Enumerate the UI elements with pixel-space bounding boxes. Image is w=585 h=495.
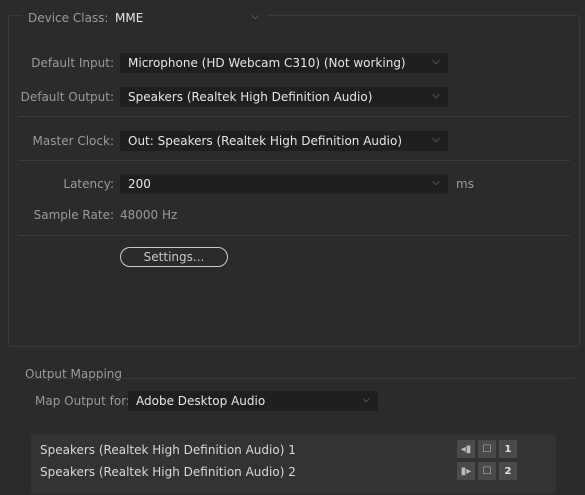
map-output-for-value: Adobe Desktop Audio [136,394,266,408]
settings-button[interactable]: Settings... [120,247,228,267]
channel-mapping-list: Speakers (Realtek High Definition Audio)… [31,434,556,494]
device-class-row: Device Class: [22,8,115,28]
channel-mapping-item[interactable]: Speakers (Realtek High Definition Audio)… [40,443,296,457]
default-output-dropdown[interactable]: Speakers (Realtek High Definition Audio)… [120,87,448,107]
default-output-label: Default Output: [20,90,114,104]
speaker-icon[interactable]: ▮▸ [457,462,475,480]
device-class-dropdown[interactable]: MME ⌵ [109,8,267,28]
chevron-down-icon: ⌵ [432,90,440,101]
chevron-down-icon: ⌵ [432,177,440,188]
default-input-label: Default Input: [31,56,114,70]
map-output-for-dropdown[interactable]: Adobe Desktop Audio ⌵ [128,391,378,411]
chevron-down-icon: ⌵ [362,394,370,405]
default-output-value: Speakers (Realtek High Definition Audio) [128,90,373,104]
chevron-down-icon: ⌵ [432,56,440,67]
latency-label: Latency: [63,177,114,191]
device-class-label: Device Class: [28,11,109,25]
channel-select-icon[interactable]: ☐ [478,440,496,458]
map-output-for-label: Map Output for: [35,394,130,408]
chevron-down-icon: ⌵ [432,134,440,145]
channel-mapping-item[interactable]: Speakers (Realtek High Definition Audio)… [40,465,296,479]
master-clock-label: Master Clock: [32,134,114,148]
speaker-icon[interactable]: ◂▮ [457,440,475,458]
divider [18,160,570,161]
channel-number-1: 1 [499,440,517,458]
sample-rate-label: Sample Rate: [33,208,114,222]
sample-rate-value: 48000 Hz [120,208,178,222]
chevron-down-icon: ⌵ [251,11,259,22]
divider [18,116,570,117]
master-clock-value: Out: Speakers (Realtek High Definition A… [128,134,402,148]
channel-number-2: 2 [499,462,517,480]
latency-unit: ms [456,177,474,191]
channel-select-icon[interactable]: ☐ [478,462,496,480]
default-input-value: Microphone (HD Webcam C310) (Not working… [128,56,406,70]
divider [18,235,570,236]
default-input-dropdown[interactable]: Microphone (HD Webcam C310) (Not working… [120,53,448,73]
latency-value: 200 [128,177,151,191]
latency-dropdown[interactable]: 200 ⌵ [120,174,448,194]
device-class-value: MME [115,11,144,25]
master-clock-dropdown[interactable]: Out: Speakers (Realtek High Definition A… [120,131,448,151]
